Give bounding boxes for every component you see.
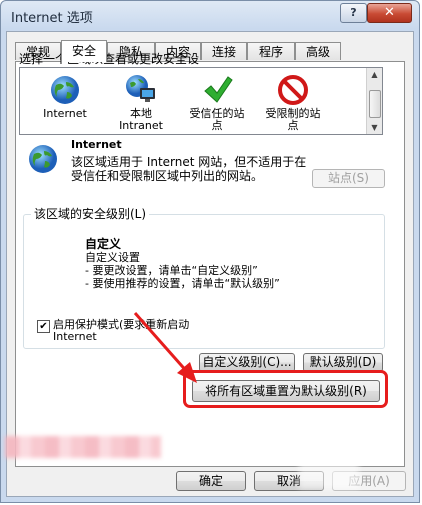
ok-button[interactable]: 确定 — [176, 471, 246, 491]
watermark-blur — [299, 449, 359, 489]
blurred-redaction — [5, 436, 161, 458]
internet-options-window: Internet 选项 ? ✕ 常规 安全 隐私 内容 连接 程序 高级 选择一… — [0, 0, 420, 503]
annotation-arrow — [133, 312, 197, 383]
tab-security[interactable]: 安全 — [61, 40, 107, 62]
